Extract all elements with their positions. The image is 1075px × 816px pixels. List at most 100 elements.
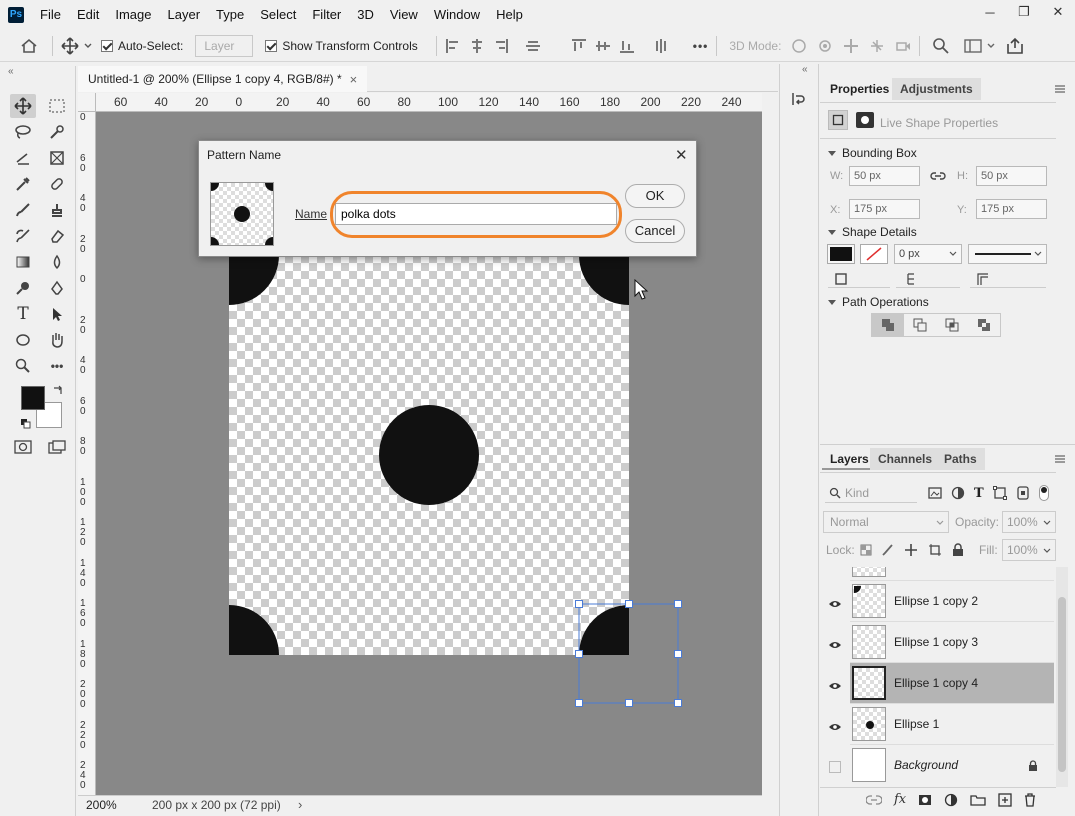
tab-layers[interactable]: Layers (822, 448, 877, 470)
shape-layer-filter-icon[interactable] (992, 486, 1007, 500)
ruler-origin[interactable] (78, 93, 96, 112)
lock-position-icon[interactable] (904, 543, 918, 557)
menu-view[interactable]: View (382, 0, 426, 30)
stroke-color-swatch[interactable] (860, 244, 888, 264)
shape-details-section[interactable]: Shape Details (828, 225, 917, 239)
roll-icon[interactable] (817, 38, 833, 54)
height-field[interactable]: 50 px (976, 166, 1047, 186)
align-top-icon[interactable] (571, 38, 587, 54)
move-tool-preset[interactable] (61, 36, 97, 55)
transform-handle[interactable] (674, 600, 682, 608)
scale-3d-icon[interactable] (895, 38, 911, 54)
tab-properties[interactable]: Properties (822, 78, 898, 100)
layer-row[interactable]: Ellipse 1 copy 2 (850, 580, 1054, 621)
auto-select-target-dropdown[interactable]: Layer (195, 34, 254, 57)
ellipse-tool[interactable] (10, 328, 36, 352)
lasso-tool[interactable] (10, 120, 36, 144)
marquee-tool[interactable] (44, 94, 70, 118)
frame-tool[interactable] (44, 146, 70, 170)
transform-handle[interactable] (674, 699, 682, 707)
ellipse-shape[interactable] (579, 255, 629, 305)
pixel-layer-filter-icon[interactable] (928, 486, 942, 500)
dodge-tool[interactable] (10, 276, 36, 300)
eye-icon[interactable] (828, 640, 842, 650)
tab-channels[interactable]: Channels (870, 448, 941, 470)
menu-layer[interactable]: Layer (160, 0, 209, 30)
tab-paths[interactable]: Paths (936, 448, 985, 470)
add-mask-icon[interactable] (918, 794, 932, 806)
eraser-tool[interactable] (44, 224, 70, 248)
type-layer-filter-icon[interactable]: T (974, 486, 984, 501)
minimize-button[interactable]: ─ (973, 0, 1007, 24)
canvas-vertical-scrollbar[interactable] (762, 93, 778, 795)
move-tool[interactable] (10, 94, 36, 118)
vertical-ruler[interactable]: 0 6 0 4 0 2 0 0 2 0 4 0 6 0 8 0 1 0 0 1 2 0 1 4 0 1 … (78, 93, 96, 795)
align-middle-icon[interactable] (595, 38, 611, 54)
exclude-shapes-button[interactable] (969, 314, 1001, 336)
slide-3d-icon[interactable] (869, 38, 885, 54)
restore-button[interactable]: ❐ (1007, 0, 1041, 24)
menu-filter[interactable]: Filter (304, 0, 349, 30)
document-info[interactable]: 200 px x 200 px (72 ppi) (152, 798, 281, 812)
zoom-level[interactable]: 200% (86, 798, 117, 812)
panel-menu-icon[interactable] (1054, 84, 1066, 94)
menu-edit[interactable]: Edit (69, 0, 107, 30)
adjustment-layer-filter-icon[interactable] (951, 486, 965, 500)
collapse-dock-icon[interactable]: « (802, 64, 808, 75)
swap-colors-icon[interactable] (52, 384, 64, 396)
scrollbar-thumb[interactable] (1058, 597, 1066, 772)
auto-select-checkbox[interactable] (101, 39, 113, 52)
tab-adjustments[interactable]: Adjustments (892, 78, 981, 100)
transform-handle[interactable] (625, 699, 633, 707)
more-options-button[interactable]: ••• (693, 39, 709, 53)
menu-3d[interactable]: 3D (349, 0, 382, 30)
filter-kind-dropdown[interactable]: Kind (825, 483, 917, 503)
transform-handle[interactable] (575, 600, 583, 608)
subtract-shapes-button[interactable] (904, 314, 937, 336)
path-operations-section[interactable]: Path Operations (828, 295, 929, 309)
layer-row[interactable]: Ellipse 1 (850, 703, 1054, 744)
quick-mask-icon[interactable] (14, 440, 32, 454)
ellipse-shape[interactable] (229, 255, 279, 305)
menu-help[interactable]: Help (488, 0, 531, 30)
stroke-join-dropdown[interactable] (970, 270, 1046, 288)
distribute-vertical-icon[interactable] (653, 38, 669, 54)
status-arrow-icon[interactable]: › (298, 797, 302, 812)
smart-object-filter-icon[interactable] (1016, 486, 1030, 500)
y-field[interactable]: 175 px (976, 199, 1047, 219)
properties-scrollbar[interactable] (1055, 140, 1069, 444)
layer-style-button[interactable]: fx (894, 792, 906, 807)
stroke-type-dropdown[interactable] (968, 244, 1047, 264)
link-icon[interactable] (930, 171, 946, 181)
new-group-icon[interactable] (970, 794, 986, 806)
align-right-icon[interactable] (493, 38, 509, 54)
menu-type[interactable]: Type (208, 0, 252, 30)
healing-tool[interactable] (44, 172, 70, 196)
chevron-down-icon[interactable] (986, 42, 996, 50)
transform-handle[interactable] (575, 650, 583, 658)
collapse-toolbar-icon[interactable]: « (8, 66, 28, 77)
fill-field[interactable]: 100% (1002, 539, 1056, 561)
blend-mode-dropdown[interactable]: Normal (823, 511, 949, 533)
layer-row-background[interactable]: Background (850, 744, 1054, 785)
align-stroke-dropdown[interactable] (828, 270, 890, 288)
stroke-cap-dropdown[interactable] (896, 270, 960, 288)
show-transform-checkbox[interactable] (265, 39, 278, 52)
lock-all-icon[interactable] (952, 543, 964, 557)
fill-color-swatch[interactable] (827, 244, 855, 264)
align-bottom-icon[interactable] (619, 38, 635, 54)
transform-bounding-box[interactable] (572, 598, 686, 710)
path-select-tool[interactable] (44, 302, 70, 326)
blur-tool[interactable] (44, 250, 70, 274)
transform-handle[interactable] (625, 600, 633, 608)
ok-button[interactable]: OK (625, 184, 685, 208)
history-brush-tool[interactable] (10, 224, 36, 248)
eye-icon[interactable] (828, 722, 842, 732)
new-layer-icon[interactable] (998, 792, 1012, 807)
new-adjustment-icon[interactable] (944, 793, 958, 807)
trash-icon[interactable] (1024, 792, 1036, 807)
menu-select[interactable]: Select (252, 0, 304, 30)
history-panel-icon[interactable] (791, 91, 809, 107)
menu-image[interactable]: Image (107, 0, 159, 30)
stroke-width-dropdown[interactable]: 0 px (894, 244, 962, 264)
